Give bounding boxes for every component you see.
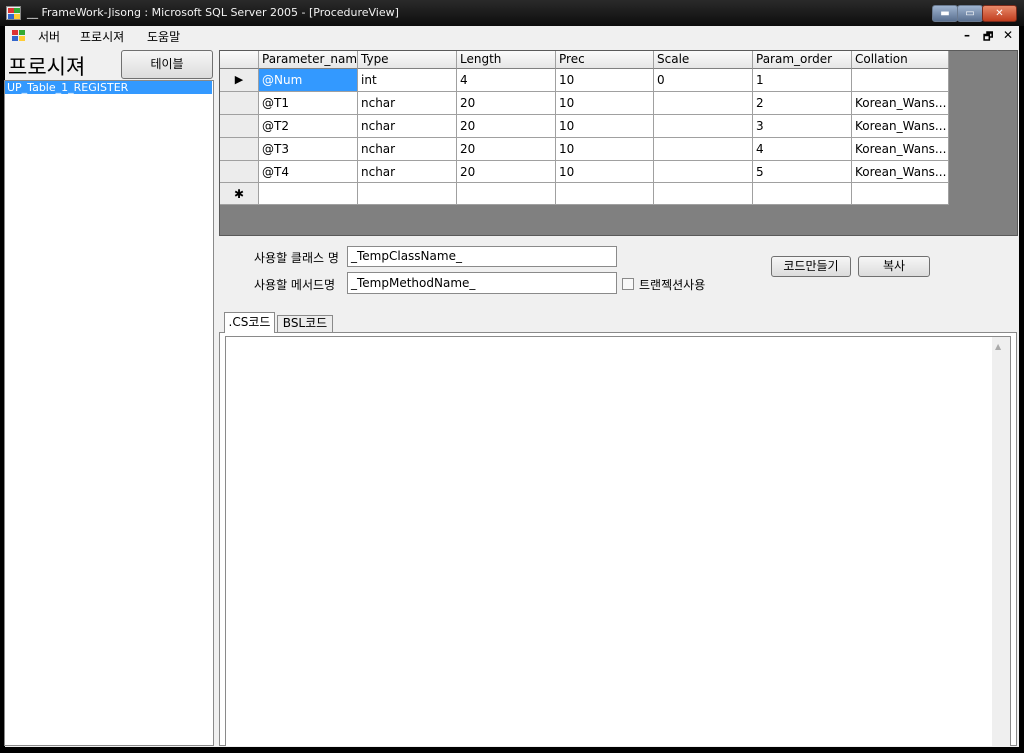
cell-param-order[interactable]: 3 bbox=[753, 115, 852, 138]
new-row-cell[interactable] bbox=[654, 183, 753, 205]
new-row-cell[interactable] bbox=[753, 183, 852, 205]
cell-type[interactable]: nchar bbox=[358, 138, 457, 161]
procedure-panel-title: 프로시져 bbox=[8, 55, 86, 79]
cell-scale[interactable] bbox=[654, 138, 753, 161]
row-header[interactable] bbox=[220, 115, 259, 138]
mdi-restore-button[interactable]: 🗗 bbox=[983, 28, 993, 47]
mdi-window-icon[interactable] bbox=[12, 30, 26, 42]
cell-collation[interactable]: Korean_Wans... bbox=[852, 115, 949, 138]
column-header-length[interactable]: Length bbox=[457, 51, 556, 69]
cell-param-order[interactable]: 5 bbox=[753, 161, 852, 183]
cell-length[interactable]: 4 bbox=[457, 69, 556, 92]
class-name-input[interactable]: _TempClassName_ bbox=[347, 246, 617, 267]
new-row-cell[interactable] bbox=[358, 183, 457, 205]
app-icon bbox=[6, 6, 21, 20]
class-name-label: 사용할 클래스 명 bbox=[254, 251, 339, 265]
cell-parameter-name[interactable]: @T4 bbox=[259, 161, 358, 183]
menu-procedure[interactable]: 프로시져 bbox=[80, 28, 124, 45]
row-header-current[interactable]: ▶ bbox=[220, 69, 259, 92]
title-bar[interactable]: __ FrameWork-Jisong : Microsoft SQL Serv… bbox=[0, 0, 1024, 26]
cell-prec[interactable]: 10 bbox=[556, 138, 654, 161]
cell-collation[interactable]: Korean_Wans... bbox=[852, 138, 949, 161]
cell-scale[interactable] bbox=[654, 115, 753, 138]
generate-code-button[interactable]: 코드만들기 bbox=[771, 256, 851, 277]
new-row-cell[interactable] bbox=[457, 183, 556, 205]
grid-corner-header[interactable] bbox=[220, 51, 259, 69]
cell-type[interactable]: nchar bbox=[358, 92, 457, 115]
column-header-param-order[interactable]: Param_order bbox=[753, 51, 852, 69]
procedure-list[interactable] bbox=[4, 80, 214, 746]
close-button[interactable]: ✕ bbox=[982, 5, 1017, 22]
column-header-collation[interactable]: Collation bbox=[852, 51, 949, 69]
transaction-label[interactable]: 트랜젝션사용 bbox=[639, 276, 705, 293]
cell-length[interactable]: 20 bbox=[457, 92, 556, 115]
cell-length[interactable]: 20 bbox=[457, 138, 556, 161]
cell-collation[interactable]: Korean_Wans... bbox=[852, 92, 949, 115]
cell-scale[interactable] bbox=[654, 161, 753, 183]
cell-parameter-name[interactable]: @Num bbox=[259, 69, 358, 92]
mdi-close-button[interactable]: ✕ bbox=[1003, 28, 1013, 42]
column-header-type[interactable]: Type bbox=[358, 51, 457, 69]
procedure-list-item[interactable]: UP_Table_1_REGISTER bbox=[5, 81, 212, 94]
cell-length[interactable]: 20 bbox=[457, 161, 556, 183]
minimize-button[interactable]: ▬ bbox=[932, 5, 958, 22]
new-row-cell[interactable] bbox=[852, 183, 949, 205]
method-name-label: 사용할 메서드명 bbox=[254, 278, 336, 292]
cell-type[interactable]: nchar bbox=[358, 115, 457, 138]
cell-prec[interactable]: 10 bbox=[556, 92, 654, 115]
cell-type[interactable]: int bbox=[358, 69, 457, 92]
row-header-new[interactable]: ✱ bbox=[220, 183, 259, 205]
cell-type[interactable]: nchar bbox=[358, 161, 457, 183]
code-vertical-scrollbar[interactable] bbox=[992, 337, 1010, 746]
cell-parameter-name[interactable]: @T1 bbox=[259, 92, 358, 115]
tab-cs-code[interactable]: .CS코드 bbox=[224, 312, 275, 333]
cell-scale[interactable]: 0 bbox=[654, 69, 753, 92]
cell-param-order[interactable]: 4 bbox=[753, 138, 852, 161]
mdi-minimize-button[interactable]: – bbox=[964, 28, 970, 42]
menu-server[interactable]: 서버 bbox=[38, 28, 60, 45]
cell-length[interactable]: 20 bbox=[457, 115, 556, 138]
window-title: __ FrameWork-Jisong : Microsoft SQL Serv… bbox=[27, 6, 399, 19]
new-row-cell[interactable] bbox=[259, 183, 358, 205]
cell-parameter-name[interactable]: @T2 bbox=[259, 115, 358, 138]
cell-prec[interactable]: 10 bbox=[556, 115, 654, 138]
scroll-up-arrow-icon[interactable]: ▲ bbox=[995, 342, 1001, 351]
cell-prec[interactable]: 10 bbox=[556, 161, 654, 183]
cell-parameter-name[interactable]: @T3 bbox=[259, 138, 358, 161]
row-header[interactable] bbox=[220, 161, 259, 183]
method-name-input[interactable]: _TempMethodName_ bbox=[347, 272, 617, 294]
transaction-checkbox[interactable] bbox=[622, 278, 634, 290]
new-row-cell[interactable] bbox=[556, 183, 654, 205]
tab-bsl-code[interactable]: BSL코드 bbox=[277, 315, 333, 332]
cell-collation[interactable] bbox=[852, 69, 949, 92]
menu-bar: 서버 프로시져 도움말 – 🗗 ✕ bbox=[5, 26, 1019, 47]
cell-prec[interactable]: 10 bbox=[556, 69, 654, 92]
maximize-button[interactable]: ▭ bbox=[957, 5, 983, 22]
column-header-scale[interactable]: Scale bbox=[654, 51, 753, 69]
column-header-parameter-name[interactable]: Parameter_name bbox=[259, 51, 358, 69]
cell-param-order[interactable]: 1 bbox=[753, 69, 852, 92]
copy-button[interactable]: 복사 bbox=[858, 256, 930, 277]
cell-scale[interactable] bbox=[654, 92, 753, 115]
table-button[interactable]: 테이블 bbox=[121, 50, 213, 79]
row-header[interactable] bbox=[220, 92, 259, 115]
column-header-prec[interactable]: Prec bbox=[556, 51, 654, 69]
row-header[interactable] bbox=[220, 138, 259, 161]
cell-param-order[interactable]: 2 bbox=[753, 92, 852, 115]
menu-help[interactable]: 도움말 bbox=[147, 28, 180, 45]
code-textarea[interactable] bbox=[225, 336, 1011, 746]
cell-collation[interactable]: Korean_Wans... bbox=[852, 161, 949, 183]
